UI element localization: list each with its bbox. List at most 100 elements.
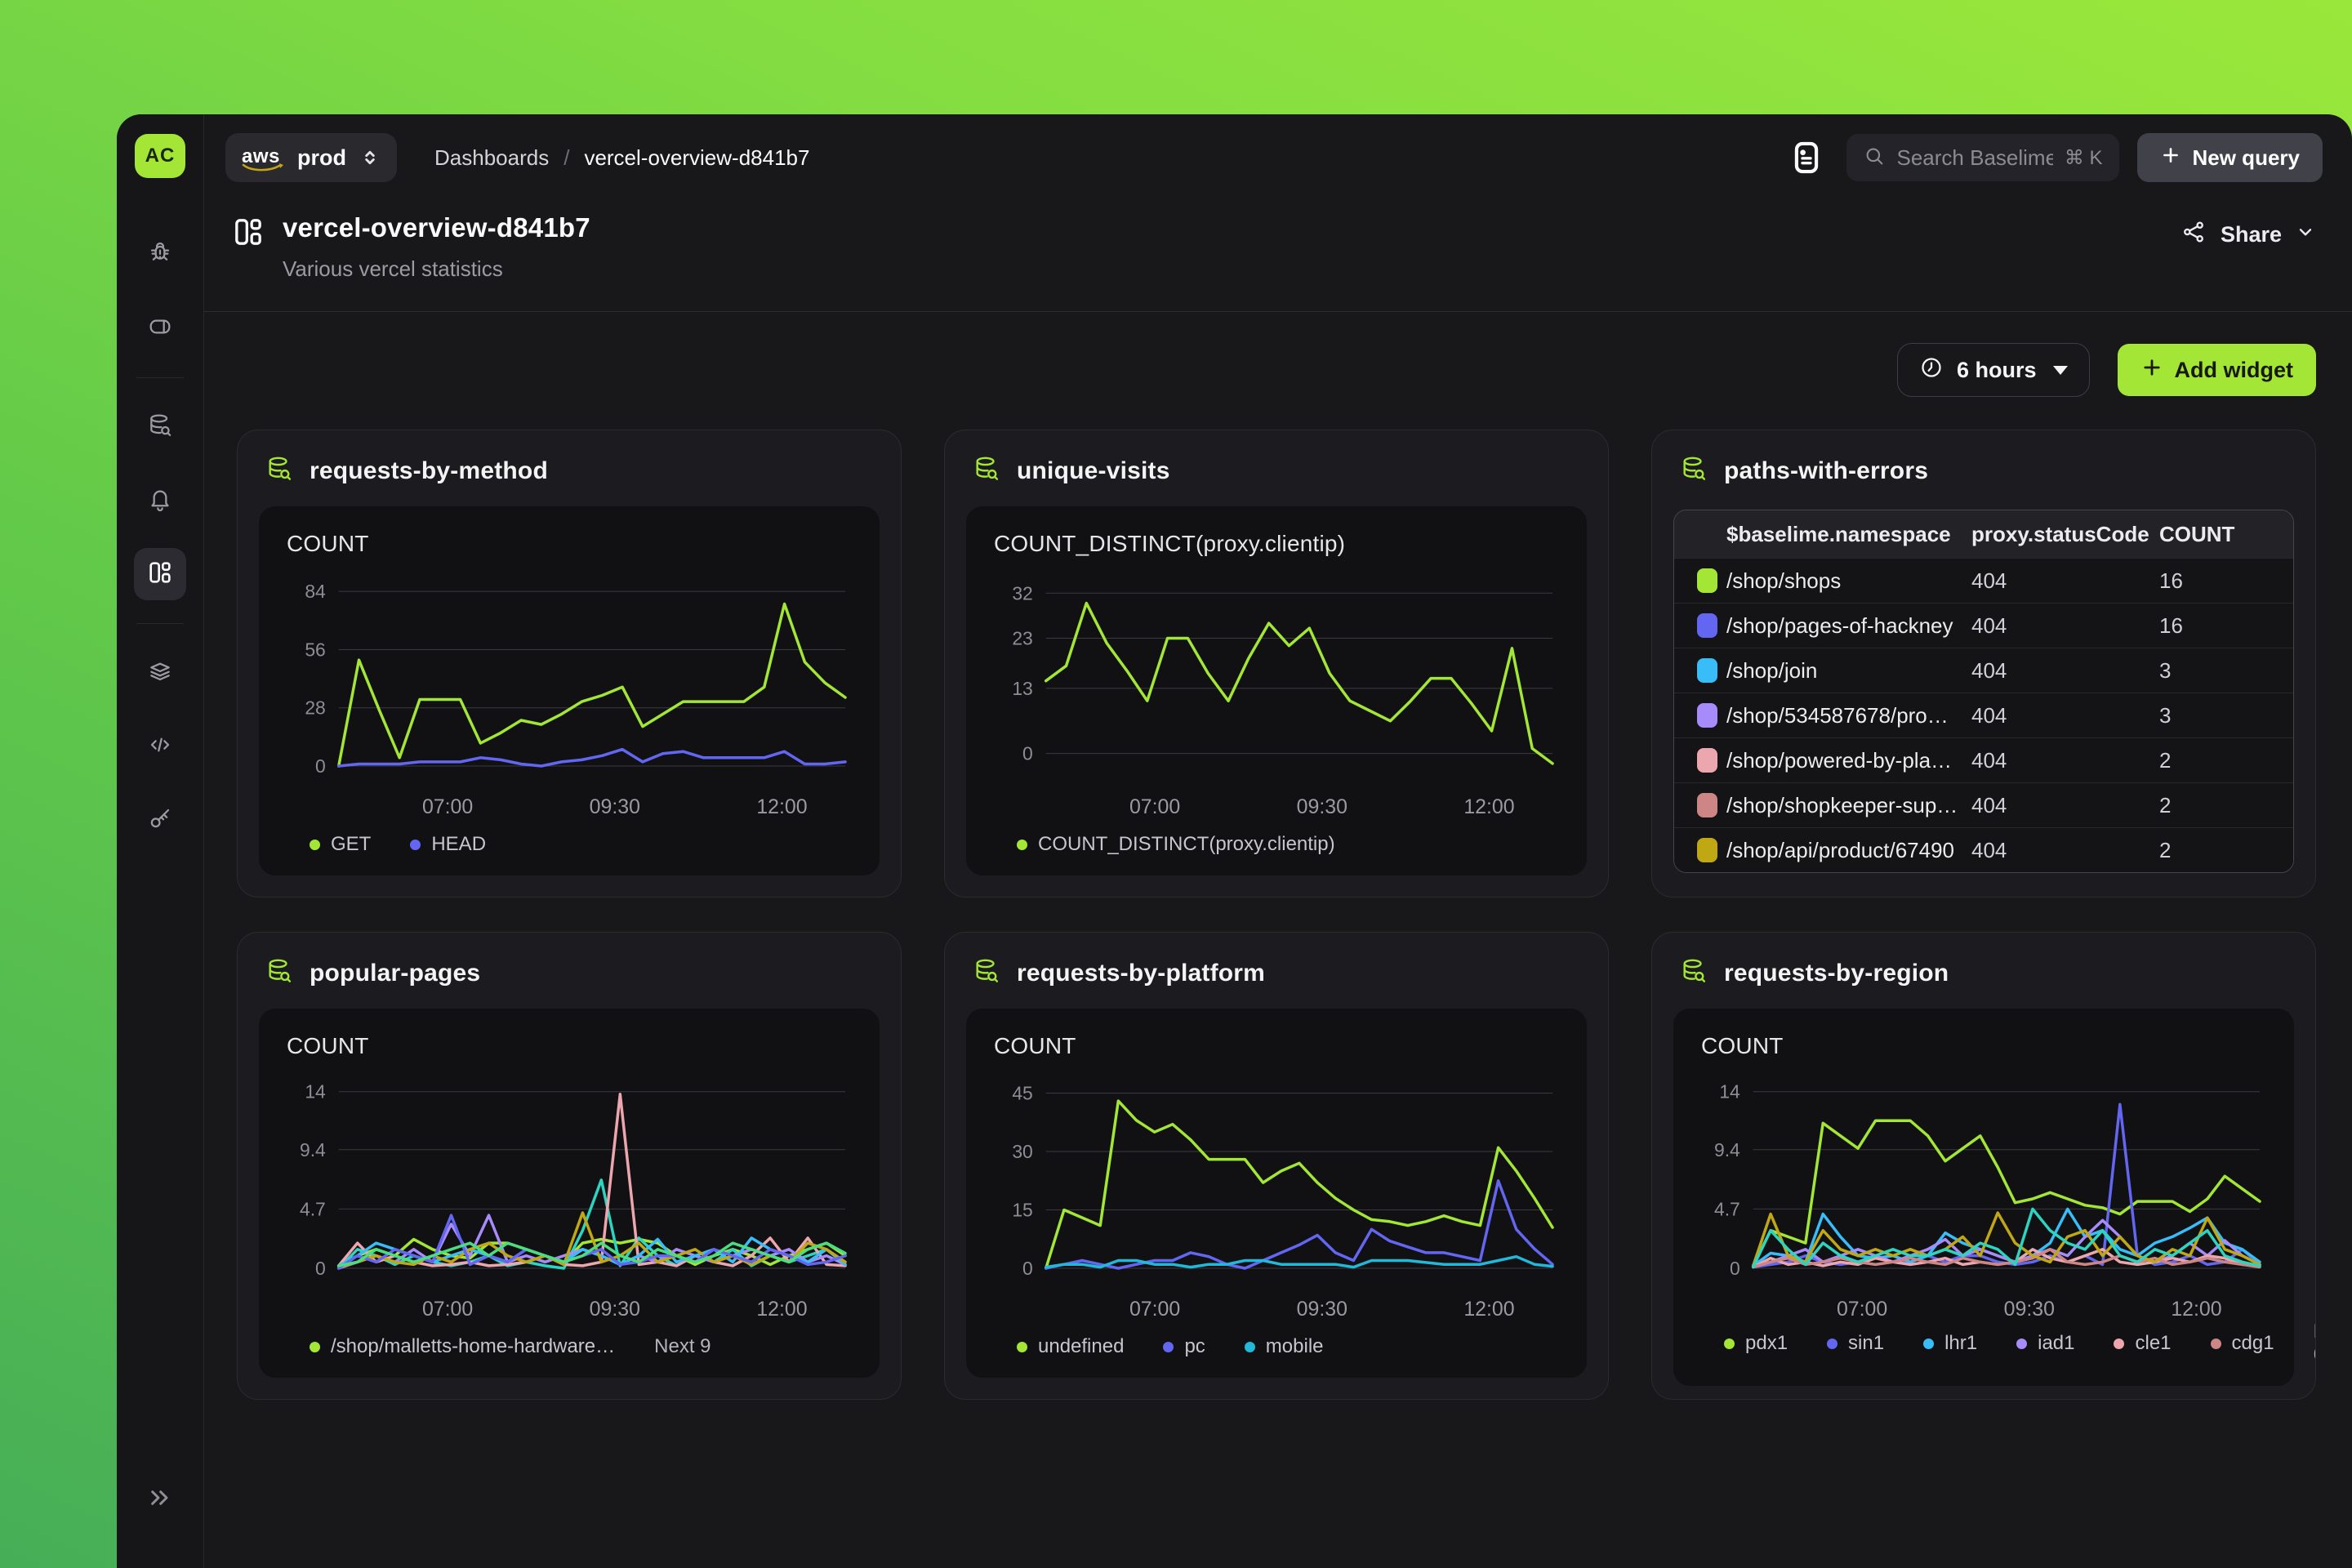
table-row[interactable]: /shop/api/product/674904042 xyxy=(1674,827,2293,872)
legend-item[interactable]: cdg1 xyxy=(2211,1332,2274,1355)
table-row[interactable]: /shop/534587678/product…4043 xyxy=(1674,693,2293,737)
legend-item[interactable]: GET xyxy=(310,833,371,856)
page-title: vercel-overview-d841b7 xyxy=(283,212,590,243)
legend-item[interactable]: cle1 xyxy=(2114,1332,2171,1355)
page-header: vercel-overview-d841b7 Various vercel st… xyxy=(204,201,2352,282)
sidebar-item-code[interactable] xyxy=(134,720,186,773)
line-chart[interactable]: 04.79.41407:0009:3012:00 xyxy=(287,1066,852,1321)
chart-panel: COUNT_DISTINCT(proxy.clientip) 013233207… xyxy=(966,506,1587,875)
y-tick-label: 28 xyxy=(305,697,325,719)
environment-selector[interactable]: aws prod xyxy=(225,133,397,182)
sidebar-item-api-keys[interactable] xyxy=(134,794,186,846)
y-tick-label: 4.7 xyxy=(300,1198,326,1219)
cell-status-code: 404 xyxy=(1971,703,2159,728)
widget-title: popular-pages xyxy=(310,960,480,987)
search-shortcut: ⌘ K xyxy=(2065,146,2103,170)
sidebar-item-queries[interactable] xyxy=(134,401,186,453)
legend-dot xyxy=(1923,1339,1934,1349)
line-chart[interactable]: 015304507:0009:3012:00 xyxy=(994,1066,1559,1321)
sidebar-item-services[interactable] xyxy=(134,647,186,699)
x-tick-label: 07:00 xyxy=(1129,1298,1180,1321)
double-chevron-right-icon xyxy=(147,1485,173,1515)
cell-count: 2 xyxy=(2159,748,2293,773)
table-row[interactable]: /shop/pages-of-hackney40416 xyxy=(1674,603,2293,648)
legend-item[interactable]: mobile xyxy=(1245,1335,1324,1358)
cell-status-code: 404 xyxy=(1971,568,2159,594)
cell-count: 16 xyxy=(2159,568,2293,594)
chart-panel: COUNT 04.79.41407:0009:3012:00 /shop/mal… xyxy=(259,1009,880,1378)
table-row[interactable]: /shop/join4043 xyxy=(1674,648,2293,693)
line-chart[interactable]: 028568407:0009:3012:00 xyxy=(287,564,852,818)
widget-header[interactable]: paths-with-errors xyxy=(1652,430,2315,503)
search-input[interactable] xyxy=(1897,145,2053,171)
x-tick-label: 09:30 xyxy=(1297,795,1348,818)
legend-dot xyxy=(410,840,421,850)
table-row[interactable]: /shop/shopkeeper-support4042 xyxy=(1674,782,2293,827)
widget-header[interactable]: unique-visits xyxy=(945,430,1608,503)
table-row[interactable]: /shop/shops40416 xyxy=(1674,558,2293,603)
legend-dot xyxy=(1017,840,1027,850)
row-color-swatch xyxy=(1697,613,1717,638)
legend-item[interactable]: pc xyxy=(1163,1335,1205,1358)
widget-header[interactable]: popular-pages xyxy=(238,933,901,1005)
chart-legend: pdx1sin1lhr1iad1cle1cdg1Next 6 xyxy=(1701,1321,2266,1366)
breadcrumb-dashboards[interactable]: Dashboards xyxy=(434,145,549,171)
x-tick-label: 12:00 xyxy=(2171,1298,2221,1321)
legend-item[interactable]: undefined xyxy=(1017,1335,1124,1358)
legend-item[interactable]: iad1 xyxy=(2016,1332,2074,1355)
widget-header[interactable]: requests-by-region xyxy=(1652,933,2315,1005)
y-tick-label: 30 xyxy=(1012,1141,1032,1162)
x-tick-label: 12:00 xyxy=(756,1298,807,1321)
sidebar-item-alerts[interactable] xyxy=(134,474,186,527)
cell-namespace: /shop/join xyxy=(1726,658,1971,684)
chart-metric-label: COUNT_DISTINCT(proxy.clientip) xyxy=(994,531,1559,557)
cell-count: 3 xyxy=(2159,703,2293,728)
cell-namespace: /shop/534587678/product… xyxy=(1726,703,1971,728)
sidebar-item-errors[interactable] xyxy=(134,229,186,281)
widget-header[interactable]: requests-by-method xyxy=(238,430,901,503)
legend-label: Next 6 xyxy=(2314,1321,2316,1366)
legend-item[interactable]: lhr1 xyxy=(1923,1332,1977,1355)
code-icon xyxy=(147,732,173,762)
plus-icon xyxy=(2140,356,2163,385)
legend-item[interactable]: COUNT_DISTINCT(proxy.clientip) xyxy=(1017,833,1335,856)
legend-item[interactable]: /shop/malletts-home-hardware… xyxy=(310,1335,615,1358)
app-window: AC xyxy=(117,114,2352,1568)
search-bar[interactable]: ⌘ K xyxy=(1846,134,2119,181)
legend-label: iad1 xyxy=(2038,1332,2074,1355)
widget-header[interactable]: requests-by-platform xyxy=(945,933,1608,1005)
legend-label: cdg1 xyxy=(2232,1332,2274,1355)
sidebar-item-dashboards[interactable] xyxy=(134,548,186,600)
time-range-selector[interactable]: 6 hours xyxy=(1897,343,2090,397)
bug-icon xyxy=(147,240,173,270)
table-row[interactable]: /shop/powered-by-plants4042 xyxy=(1674,737,2293,782)
environment-name: prod xyxy=(297,145,346,171)
y-tick-label: 23 xyxy=(1012,627,1032,648)
line-chart[interactable]: 04.79.41407:0009:3012:00 xyxy=(1701,1066,2266,1321)
x-tick-label: 07:00 xyxy=(1837,1298,1887,1321)
add-widget-button[interactable]: Add widget xyxy=(2118,344,2316,396)
avatar[interactable]: AC xyxy=(135,134,185,178)
changelog-button[interactable] xyxy=(1786,137,1827,178)
x-tick-label: 09:30 xyxy=(1297,1298,1348,1321)
legend-item[interactable]: sin1 xyxy=(1827,1332,1884,1355)
legend-dot xyxy=(2211,1339,2221,1349)
legend-label: COUNT_DISTINCT(proxy.clientip) xyxy=(1038,833,1335,856)
line-chart[interactable]: 013233207:0009:3012:00 xyxy=(994,564,1559,818)
y-tick-label: 0 xyxy=(1022,1258,1033,1279)
cell-status-code: 404 xyxy=(1971,658,2159,684)
legend-item[interactable]: HEAD xyxy=(410,833,486,856)
x-tick-label: 12:00 xyxy=(1463,795,1514,818)
sidebar-item-containers[interactable] xyxy=(134,302,186,354)
new-query-button[interactable]: New query xyxy=(2137,133,2323,182)
series-pdx1 xyxy=(1753,1120,2260,1266)
expand-sidebar-button[interactable] xyxy=(134,1473,186,1526)
series-HEAD xyxy=(339,750,845,766)
legend-more: Next 6 xyxy=(2314,1321,2316,1366)
share-button[interactable]: Share xyxy=(2181,219,2316,251)
legend-label: GET xyxy=(331,833,371,856)
y-tick-label: 9.4 xyxy=(300,1139,326,1160)
dashboard-icon xyxy=(232,216,265,252)
legend-item[interactable]: pdx1 xyxy=(1724,1332,1788,1355)
row-color-swatch xyxy=(1697,838,1717,862)
